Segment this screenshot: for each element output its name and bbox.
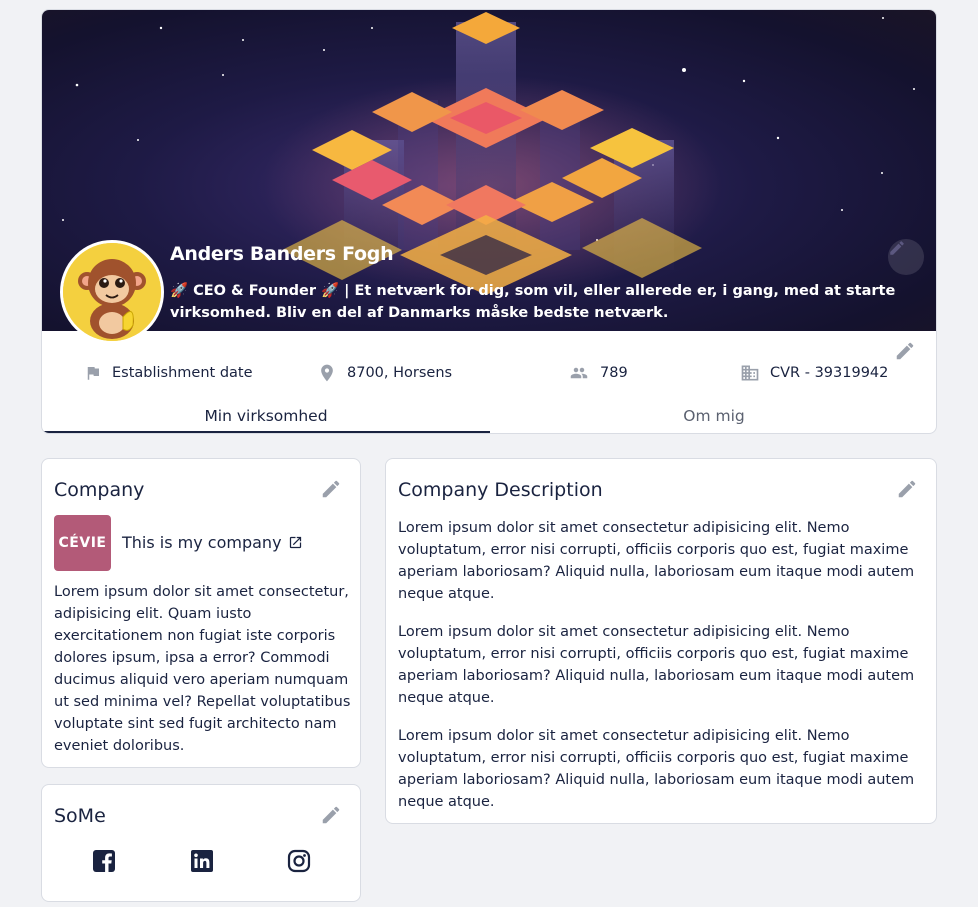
company-card-title: Company [54,479,145,501]
establishment-label: Establishment date [112,365,253,381]
company-text: Lorem ipsum dolor sit amet consectetur, … [54,584,351,754]
instagram-link[interactable] [287,849,311,877]
cvr-number: CVR - 39319942 [740,361,888,385]
pencil-icon [322,480,340,498]
company-link[interactable]: This is my company [122,533,303,552]
pencil-icon [898,480,916,498]
instagram-icon [287,849,311,873]
external-link-icon[interactable] [288,535,303,550]
tab-om-mig[interactable]: Om mig [490,398,936,433]
cover-edit-button[interactable] [888,239,924,275]
location-text: 8700, Horsens [347,365,453,381]
cvr-text: CVR - 39319942 [770,365,889,381]
profile-name: Anders Banders Fogh [170,243,394,265]
linkedin-icon [191,850,213,872]
some-card: SoMe [41,784,361,902]
location: 8700, Horsens [317,361,452,385]
info-row: Establishment date 8700, Horsens 789 CVR… [42,331,936,393]
location-pin-icon [317,363,337,383]
member-count: 789 [568,361,628,385]
description-paragraph: Lorem ipsum dolor sit amet consectetur a… [398,624,915,706]
active-tab-indicator [42,431,490,433]
facebook-link[interactable] [92,849,116,877]
company-edit-button[interactable] [320,478,342,504]
monkey-avatar-image [63,243,161,341]
company-description-card: Company Description Lorem ipsum dolor si… [385,458,937,824]
company-description-title: Company Description [398,479,603,501]
info-edit-button[interactable] [894,340,916,366]
pencil-icon [890,241,904,255]
pencil-icon [322,806,340,824]
flag-icon [84,364,102,382]
facebook-icon [93,850,115,872]
some-edit-button[interactable] [320,804,342,830]
linkedin-link[interactable] [190,849,214,877]
tab-min-virksomhed[interactable]: Min virksomhed [42,398,490,433]
people-icon [568,364,590,382]
profile-card: Anders Banders Fogh 🚀 CEO & Founder 🚀 | … [41,9,937,434]
member-count-text: 789 [600,365,628,381]
company-logo: CÉVIE [54,515,111,571]
some-card-title: SoMe [54,805,106,827]
company-description-edit-button[interactable] [896,478,918,504]
establishment-date: Establishment date [84,361,253,385]
profile-tabs: Min virksomhed Om mig [42,398,936,433]
profile-bio: 🚀 CEO & Founder 🚀 | Et netværk for dig, … [170,283,896,321]
pencil-icon [896,342,914,360]
building-icon [740,363,760,383]
avatar[interactable] [60,240,164,344]
company-link-text[interactable]: This is my company [122,533,282,552]
description-paragraph: Lorem ipsum dolor sit amet consectetur a… [398,728,915,810]
description-paragraph: Lorem ipsum dolor sit amet consectetur a… [398,520,915,602]
company-card: Company CÉVIE This is my company Lorem i… [41,458,361,768]
